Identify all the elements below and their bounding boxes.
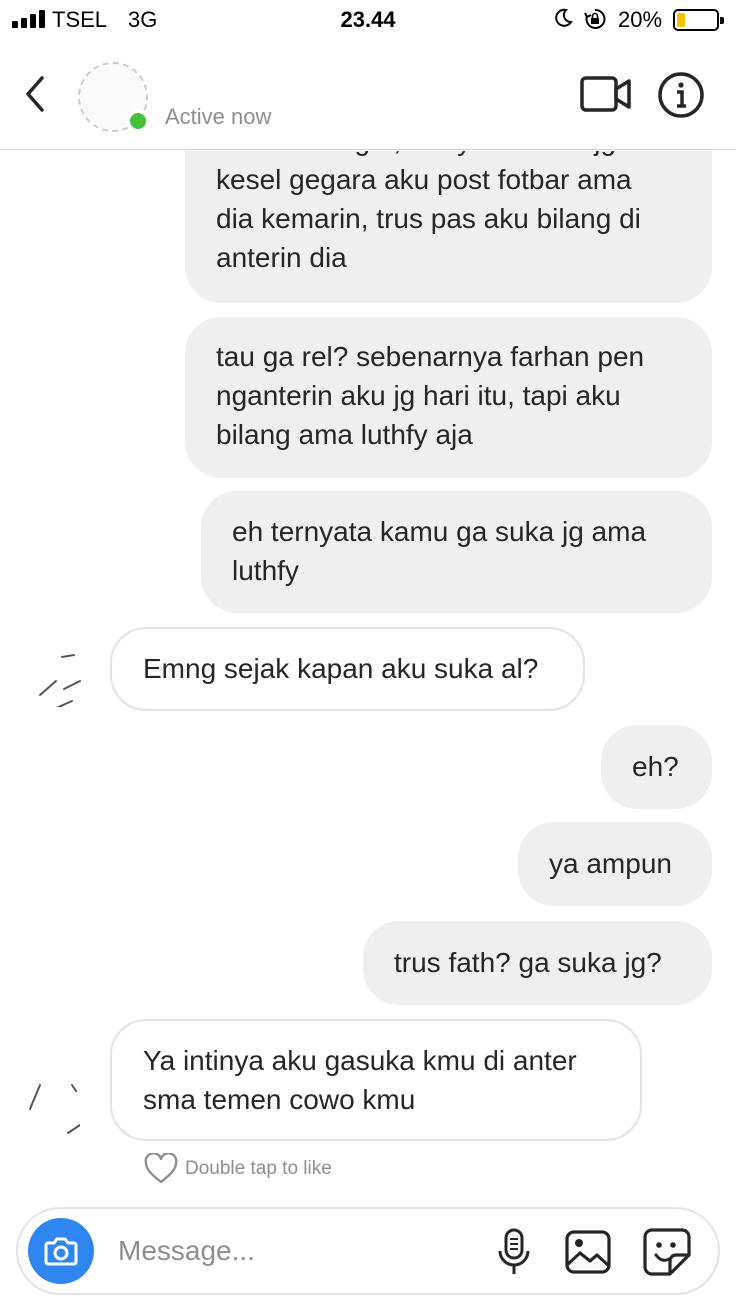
contact-name-redacted: [160, 64, 430, 104]
message-bubble-outgoing[interactable]: eh ternyata kamu ga suka jg ama luthfy: [201, 491, 712, 613]
status-bar: TSEL 3G 23.44 20%: [0, 0, 736, 42]
message-bubble-outgoing[interactable]: ya ampun: [518, 822, 712, 906]
rotation-lock-icon: [584, 8, 606, 29]
moon-icon: [555, 8, 573, 27]
video-camera-icon[interactable]: [580, 74, 632, 114]
gallery-icon[interactable]: [564, 1229, 612, 1275]
back-chevron-icon[interactable]: [18, 72, 54, 116]
active-status-dot: [126, 109, 150, 133]
message-input[interactable]: [118, 1225, 478, 1277]
message-bubble-incoming[interactable]: Ya intinya aku gasuka kmu di anter sma t…: [110, 1019, 642, 1141]
microphone-icon[interactable]: [496, 1227, 532, 1277]
chat-header: Active now: [0, 42, 736, 150]
sender-avatar[interactable]: [24, 1081, 80, 1137]
message-bubble-outgoing[interactable]: trus fath? ga suka jg?: [363, 921, 712, 1005]
active-status-text: Active now: [165, 104, 272, 129]
info-icon[interactable]: [657, 71, 705, 119]
battery-icon: [673, 9, 724, 31]
camera-icon: [44, 1237, 78, 1266]
message-bubble-outgoing[interactable]: eh?: [601, 725, 712, 809]
battery-percent: 20%: [618, 7, 663, 32]
camera-button[interactable]: [28, 1218, 94, 1284]
message-thread[interactable]: aku baru inget, ternyata kamu jg kesel g…: [0, 151, 736, 1196]
double-tap-hint: Double tap to like: [143, 1153, 332, 1185]
sticker-icon[interactable]: [642, 1227, 692, 1277]
sender-avatar[interactable]: [34, 651, 90, 707]
heart-icon[interactable]: [143, 1153, 179, 1185]
message-composer: [16, 1207, 720, 1295]
message-bubble-outgoing[interactable]: aku baru inget, ternyata kamu jg kesel g…: [185, 151, 712, 303]
message-bubble-incoming[interactable]: Emng sejak kapan aku suka al?: [110, 627, 585, 711]
double-tap-label: Double tap to like: [185, 1158, 332, 1179]
message-bubble-outgoing[interactable]: tau ga rel? sebenarnya farhan pen ngante…: [185, 317, 712, 478]
